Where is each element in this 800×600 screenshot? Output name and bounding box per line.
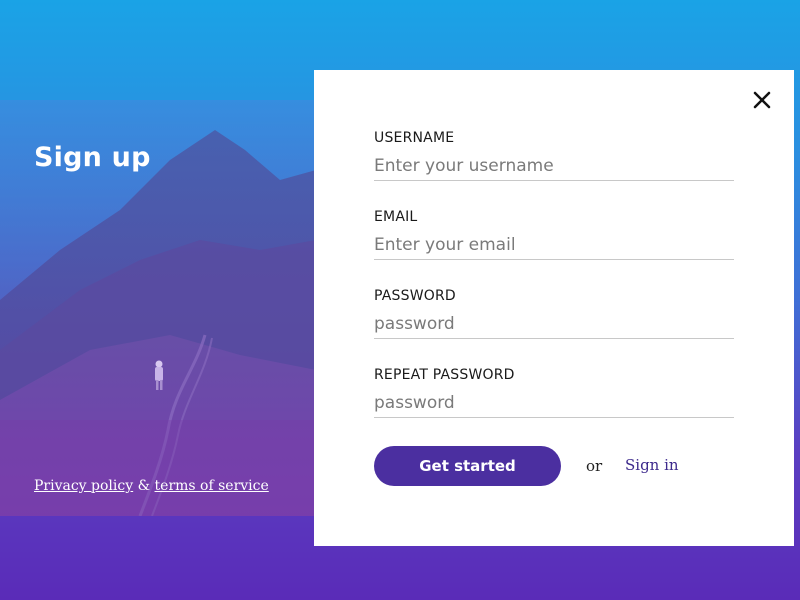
repeat-password-input[interactable] — [374, 391, 734, 418]
page-title: Sign up — [34, 142, 151, 173]
repeat-password-label: REPEAT PASSWORD — [374, 367, 515, 383]
password-group: PASSWORD — [374, 288, 734, 339]
legal-separator: & — [137, 478, 151, 494]
legal-links: Privacy policy & terms of service — [34, 478, 269, 494]
password-label: PASSWORD — [374, 288, 456, 304]
email-label: EMAIL — [374, 209, 418, 225]
password-input[interactable] — [374, 312, 734, 339]
email-group: EMAIL — [374, 209, 734, 260]
email-input[interactable] — [374, 233, 734, 260]
username-group: USERNAME — [374, 130, 734, 181]
privacy-policy-link[interactable]: Privacy policy — [34, 478, 133, 494]
terms-of-service-link[interactable]: terms of service — [155, 478, 269, 494]
close-icon — [753, 91, 771, 109]
get-started-button[interactable]: Get started — [374, 446, 561, 486]
username-label: USERNAME — [374, 130, 455, 146]
signup-card: USERNAME EMAIL PASSWORD REPEAT PASSWORD … — [314, 70, 794, 546]
signup-page: Sign up Privacy policy & terms of servic… — [0, 0, 800, 600]
close-button[interactable] — [750, 88, 774, 112]
or-separator: or — [586, 457, 603, 475]
repeat-password-group: REPEAT PASSWORD — [374, 367, 734, 418]
username-input[interactable] — [374, 154, 734, 181]
sign-in-link[interactable]: Sign in — [625, 456, 679, 474]
